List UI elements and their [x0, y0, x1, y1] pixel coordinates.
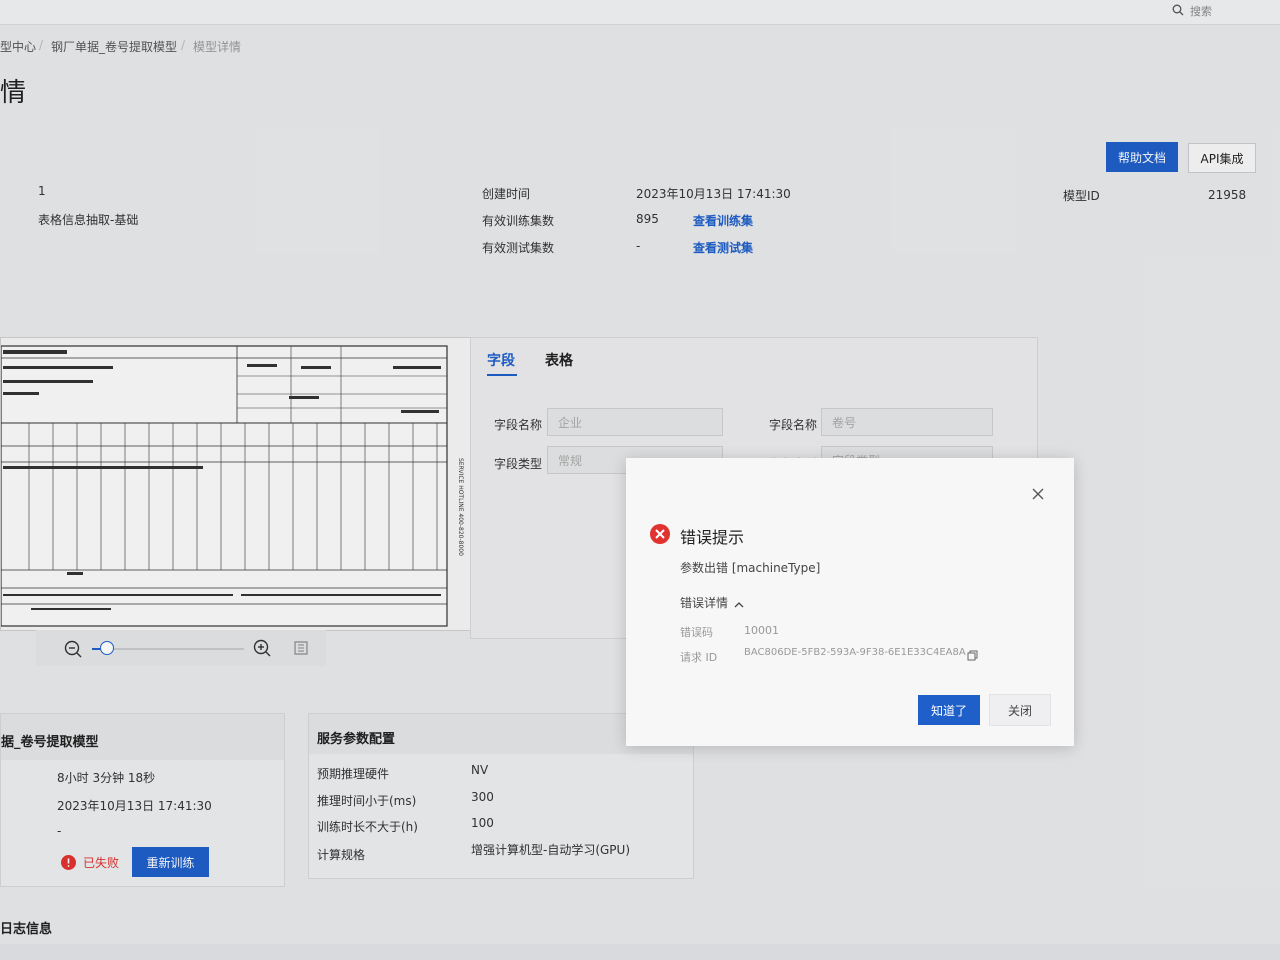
error-message: 参数出错 [machineType]: [680, 561, 821, 575]
error-details-toggle[interactable]: 错误详情: [680, 594, 728, 611]
error-icon: [650, 524, 670, 548]
chevron-up-icon[interactable]: [734, 595, 744, 614]
close-button[interactable]: 关闭: [989, 694, 1051, 726]
error-code-value: 10001: [744, 624, 779, 637]
request-id-value: BAC806DE-5FB2-593A-9F38-6E1E33C4EA8A: [744, 647, 966, 658]
request-id-label: 请求 ID: [680, 651, 718, 664]
close-icon[interactable]: [1031, 486, 1045, 505]
copy-icon[interactable]: [967, 646, 978, 665]
acknowledge-button[interactable]: 知道了: [918, 695, 980, 725]
error-dialog: 错误提示 参数出错 [machineType] 错误详情 错误码 10001 请…: [626, 458, 1074, 746]
dialog-title: 错误提示: [680, 528, 745, 547]
error-code-label: 错误码: [680, 626, 713, 639]
